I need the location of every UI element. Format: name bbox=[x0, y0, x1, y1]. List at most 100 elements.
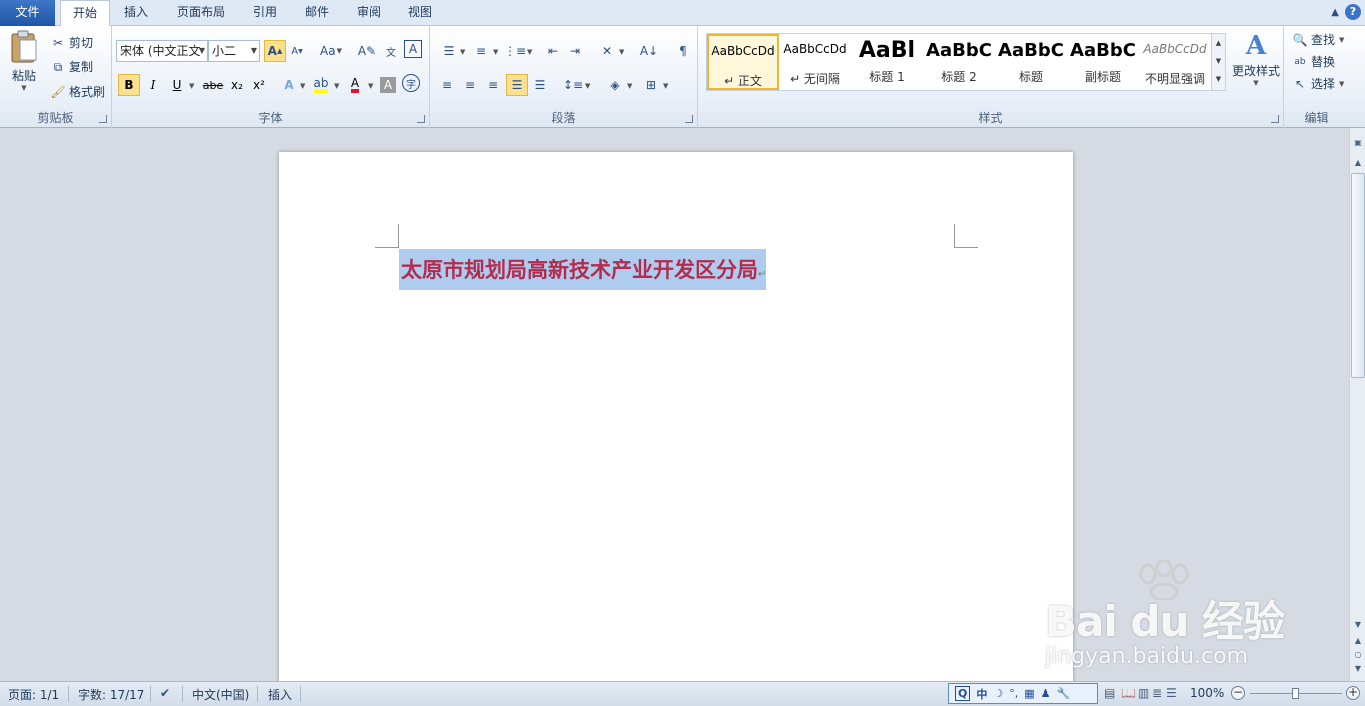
format-painter-button[interactable]: 🖌 格式刷 bbox=[50, 83, 105, 100]
tab-references[interactable]: 引用 bbox=[243, 0, 287, 26]
style-heading-1[interactable]: AaBl 标题 1 bbox=[851, 34, 923, 90]
keyboard-icon[interactable]: ▦ bbox=[1024, 687, 1034, 700]
shrink-font-button[interactable]: A ▼ bbox=[286, 40, 308, 62]
scroll-up-icon[interactable]: ▲ bbox=[1351, 156, 1365, 170]
borders-dropdown-icon[interactable]: ▼ bbox=[663, 82, 668, 90]
multilevel-dropdown-icon[interactable]: ▼ bbox=[527, 48, 532, 56]
clear-formatting-icon[interactable]: A✎ bbox=[356, 40, 378, 62]
change-styles-button[interactable]: A 更改样式 ▼ bbox=[1230, 30, 1282, 102]
print-layout-icon[interactable]: ▤ bbox=[1104, 686, 1115, 700]
tab-review[interactable]: 审阅 bbox=[347, 0, 391, 26]
half-width-icon[interactable]: ☽ bbox=[993, 687, 1003, 700]
draft-view-icon[interactable]: ☰ bbox=[1166, 686, 1177, 700]
borders-icon[interactable]: ⊞ bbox=[640, 74, 662, 96]
zoom-in-icon[interactable]: + bbox=[1346, 686, 1360, 700]
font-size-combo[interactable]: 小二 ▼ bbox=[208, 40, 260, 62]
text-effects-icon[interactable]: A bbox=[278, 74, 300, 96]
tab-page-layout[interactable]: 页面布局 bbox=[166, 0, 236, 26]
line-spacing-icon[interactable]: ↕≡ bbox=[562, 74, 584, 96]
font-color-dropdown-icon[interactable]: ▼ bbox=[368, 82, 373, 90]
ime-mode-toggle[interactable]: 中 bbox=[976, 686, 987, 702]
font-name-combo[interactable]: 宋体 (中文正文 ▼ bbox=[116, 40, 208, 62]
ime-logo-icon[interactable]: Q bbox=[955, 686, 971, 701]
select-button[interactable]: ↖ 选择 ▼ bbox=[1292, 75, 1344, 92]
tab-home[interactable]: 开始 bbox=[60, 0, 110, 27]
language-indicator[interactable]: 中文(中国) bbox=[192, 686, 249, 703]
copy-button[interactable]: ⧉ 复制 bbox=[50, 58, 93, 75]
chinese-layout-dropdown-icon[interactable]: ▼ bbox=[619, 48, 624, 56]
web-layout-icon[interactable]: ▥ bbox=[1138, 686, 1149, 700]
replace-button[interactable]: ab 替换 bbox=[1292, 53, 1335, 70]
style-subtle-emphasis[interactable]: AaBbCcDd 不明显强调 bbox=[1139, 34, 1211, 90]
sort-icon[interactable]: A↓ bbox=[638, 40, 660, 62]
numbering-dropdown-icon[interactable]: ▼ bbox=[493, 48, 498, 56]
page-indicator[interactable]: 页面: 1/1 bbox=[8, 686, 59, 703]
zoom-level[interactable]: 100% bbox=[1190, 686, 1224, 700]
user-icon[interactable]: ♟ bbox=[1041, 687, 1051, 700]
tab-insert[interactable]: 插入 bbox=[113, 0, 159, 26]
align-center-icon[interactable]: ≡ bbox=[459, 74, 481, 96]
previous-page-icon[interactable]: ▲ bbox=[1351, 634, 1365, 648]
help-icon[interactable]: ? bbox=[1345, 4, 1361, 20]
bullets-icon[interactable]: ☰ bbox=[438, 40, 460, 62]
tab-mailings[interactable]: 邮件 bbox=[295, 0, 339, 26]
highlight-color-icon[interactable]: ab bbox=[310, 74, 332, 96]
character-border-icon[interactable]: A bbox=[404, 40, 422, 58]
find-button[interactable]: 🔍 查找 ▼ bbox=[1292, 31, 1345, 48]
chinese-layout-icon[interactable]: ✕ bbox=[596, 40, 618, 62]
document-paragraph[interactable]: 太原市规划局高新技术产业开发区分局↵ bbox=[399, 249, 767, 290]
paste-button[interactable]: 粘贴 ▼ bbox=[6, 30, 42, 102]
document-page[interactable]: 太原市规划局高新技术产业开发区分局↵ bbox=[279, 152, 1073, 681]
decrease-indent-icon[interactable]: ⇤ bbox=[542, 40, 564, 62]
align-right-icon[interactable]: ≡ bbox=[482, 74, 504, 96]
italic-button[interactable]: I bbox=[142, 74, 164, 96]
paragraph-launcher-icon[interactable] bbox=[685, 115, 693, 123]
line-spacing-dropdown-icon[interactable]: ▼ bbox=[585, 82, 590, 90]
tab-file[interactable]: 文件 bbox=[0, 0, 55, 26]
style-heading-2[interactable]: AaBbC 标题 2 bbox=[923, 34, 995, 90]
chevron-up-icon[interactable]: ▲ bbox=[1212, 34, 1225, 52]
underline-dropdown-icon[interactable]: ▼ bbox=[189, 82, 194, 90]
cut-button[interactable]: ✂ 剪切 bbox=[50, 34, 93, 51]
paste-dropdown-icon[interactable]: ▼ bbox=[6, 84, 42, 92]
phonetic-guide-icon[interactable]: 文 bbox=[380, 40, 402, 62]
bold-button[interactable]: B bbox=[118, 74, 140, 96]
chevron-down-icon[interactable]: ▼ bbox=[1212, 52, 1225, 70]
grow-font-button[interactable]: A ▲ bbox=[264, 40, 286, 62]
outline-view-icon[interactable]: ≣ bbox=[1152, 686, 1162, 700]
browse-object-icon[interactable]: ○ bbox=[1351, 648, 1365, 662]
shading-dropdown-icon[interactable]: ▼ bbox=[627, 82, 632, 90]
shading-icon[interactable]: ◈ bbox=[604, 74, 626, 96]
vertical-scrollbar[interactable]: ▣ ▲ ▼ ▲ ○ ▼ bbox=[1349, 128, 1365, 681]
style-normal[interactable]: AaBbCcDd ↵ 正文 bbox=[707, 34, 779, 90]
font-launcher-icon[interactable] bbox=[417, 115, 425, 123]
superscript-button[interactable]: x² bbox=[248, 74, 270, 96]
change-case-button[interactable]: Aa ▼ bbox=[316, 40, 346, 62]
underline-button[interactable]: U bbox=[166, 74, 188, 96]
zoom-out-icon[interactable]: − bbox=[1231, 686, 1245, 700]
multilevel-list-icon[interactable]: ⋮≡ bbox=[504, 40, 526, 62]
distributed-icon[interactable]: ☰ bbox=[529, 74, 551, 96]
minimize-ribbon-icon[interactable]: ▲ bbox=[1331, 7, 1339, 18]
highlight-dropdown-icon[interactable]: ▼ bbox=[334, 82, 339, 90]
scroll-thumb[interactable] bbox=[1351, 173, 1365, 378]
increase-indent-icon[interactable]: ⇥ bbox=[564, 40, 586, 62]
proofing-icon[interactable]: ✔ bbox=[160, 686, 170, 700]
style-subtitle[interactable]: AaBbC 副标题 bbox=[1067, 34, 1139, 90]
next-page-icon[interactable]: ▼ bbox=[1351, 662, 1365, 676]
bullets-dropdown-icon[interactable]: ▼ bbox=[460, 48, 465, 56]
character-shading-icon[interactable]: A bbox=[380, 77, 396, 93]
font-color-icon[interactable]: A bbox=[344, 74, 366, 96]
punctuation-icon[interactable]: °, bbox=[1009, 687, 1018, 700]
align-left-icon[interactable]: ≡ bbox=[436, 74, 458, 96]
enclose-characters-icon[interactable]: 字 bbox=[402, 74, 420, 92]
wrench-icon[interactable]: 🔧 bbox=[1057, 687, 1071, 700]
tab-view[interactable]: 视图 bbox=[398, 0, 442, 26]
styles-launcher-icon[interactable] bbox=[1271, 115, 1279, 123]
zoom-slider-thumb[interactable] bbox=[1292, 688, 1299, 699]
style-no-spacing[interactable]: AaBbCcDd ↵ 无间隔 bbox=[779, 34, 851, 90]
selected-text[interactable]: 太原市规划局高新技术产业开发区分局 bbox=[401, 257, 758, 282]
style-title[interactable]: AaBbC 标题 bbox=[995, 34, 1067, 90]
word-count[interactable]: 字数: 17/17 bbox=[78, 686, 144, 703]
text-effects-dropdown-icon[interactable]: ▼ bbox=[300, 82, 305, 90]
